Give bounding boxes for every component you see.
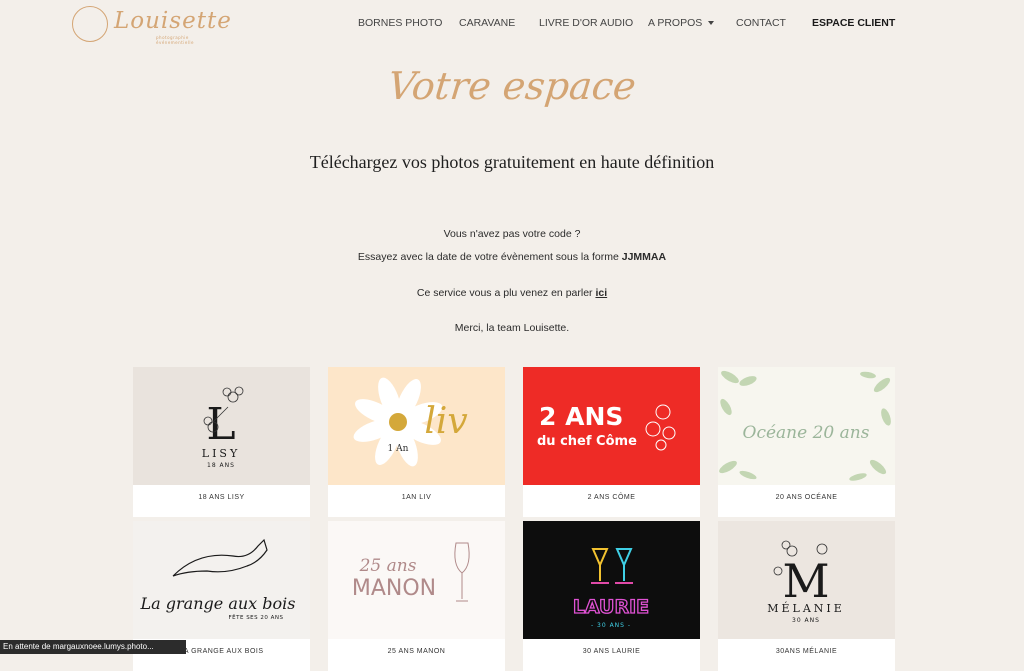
try-date-prefix: Essayez avec la date de votre évènement …: [357, 251, 622, 263]
neon-art: LAURIE - 30 ANS -: [572, 548, 650, 629]
art-name: MÉLANIE: [767, 601, 845, 615]
site-header: Louisette photographie événementielle BO…: [0, 0, 1024, 46]
gallery-caption: 20 ANS OCÉANE: [775, 494, 838, 501]
gallery-thumbnail[interactable]: La grange aux bois FÊTE SES 20 ANS: [133, 521, 310, 639]
gallery-thumbnail[interactable]: Océane 20 ans: [718, 367, 895, 485]
nav-item-espace-client[interactable]: ESPACE CLIENT: [812, 17, 895, 29]
gallery-card[interactable]: 2 ANS du chef Côme 2 ANS CÔME: [523, 367, 700, 517]
art-sub: du chef Côme: [537, 434, 637, 449]
monogram-letter: L: [206, 399, 235, 450]
art-main: LAURIE: [573, 596, 649, 618]
gallery-card[interactable]: LAURIE - 30 ANS - 30 ANS LAURIE: [523, 521, 700, 671]
art-sub: 18 ANS: [207, 462, 235, 469]
gallery-thumbnail[interactable]: M MÉLANIE 30 ANS: [718, 521, 895, 639]
nav-item-bornes-photo[interactable]: BORNES PHOTO: [358, 17, 442, 29]
art-main: 2 ANS: [539, 402, 623, 431]
art-sub: - 30 ANS -: [591, 622, 631, 629]
gallery-thumbnail[interactable]: 2 ANS du chef Côme: [523, 367, 700, 485]
art-name: LISY: [202, 447, 240, 460]
nav-item-contact[interactable]: CONTACT: [736, 17, 786, 29]
art-sub: FÊTE SES 20 ANS: [228, 613, 283, 621]
gallery-card[interactable]: 1 An liv 1AN LIV: [328, 367, 505, 517]
cocktail-glasses-icon: [591, 548, 633, 584]
gallery-card[interactable]: Océane 20 ans 20 ANS OCÉANE: [718, 367, 895, 517]
nav-item-a-propos-label: A PROPOS: [648, 17, 703, 29]
wine-glass-icon: [454, 542, 470, 602]
wine-glass-art: 25 ans MANON: [352, 542, 470, 602]
gallery-thumbnail[interactable]: 1 An liv: [328, 367, 505, 485]
date-format: JJMMAA: [621, 251, 667, 263]
gallery-caption: 1AN LIV: [401, 494, 432, 501]
art-sub: 1 An: [388, 444, 409, 454]
no-code-text: Vous n'avez pas votre code ?: [443, 228, 581, 240]
gallery-thumbnail[interactable]: 25 ans MANON: [328, 521, 505, 639]
gallery-card[interactable]: L LISY 18 ANS 18 ANS LISY: [133, 367, 310, 517]
gallery-thumbnail[interactable]: LAURIE - 30 ANS -: [523, 521, 700, 639]
gallery-card[interactable]: 25 ans MANON 25 ANS MANON: [328, 521, 505, 671]
gallery-card[interactable]: M MÉLANIE 30 ANS 30ANS MÉLANIE: [718, 521, 895, 671]
leafy-art: Océane 20 ans: [719, 370, 891, 481]
birthday-art: 2 ANS du chef Côme: [537, 402, 676, 451]
try-date-text: Essayez avec la date de votre évènement …: [0, 251, 1024, 263]
service-text: Ce service vous a plu venez en parler ic…: [0, 287, 1024, 299]
art-main: La grange aux bois: [140, 594, 296, 613]
art-main: liv: [424, 401, 467, 442]
gallery-caption: 18 ANS LISY: [198, 494, 245, 501]
daisy-art: 1 An liv: [353, 377, 468, 467]
horse-icon: [172, 538, 268, 577]
browser-status-bar: En attente de margauxnoee.lumys.photo...: [0, 640, 186, 654]
art-main: Océane 20 ans: [743, 423, 870, 443]
brand-tagline: photographie événementielle: [156, 35, 195, 45]
gallery-thumbnail[interactable]: L LISY 18 ANS: [133, 367, 310, 485]
thanks-text: Merci, la team Louisette.: [454, 322, 570, 334]
page-subtitle: Téléchargez vos photos gratuitement en h…: [309, 152, 715, 172]
nav-item-livre-dor-audio[interactable]: LIVRE D'OR AUDIO: [539, 17, 633, 29]
nav-item-caravane[interactable]: CARAVANE: [459, 17, 515, 29]
main-nav: BORNES PHOTO CARAVANE LIVRE D'OR AUDIO A…: [0, 17, 1024, 33]
horse-art: La grange aux bois FÊTE SES 20 ANS: [140, 538, 296, 621]
service-prefix: Ce service vous a plu venez en parler: [416, 287, 596, 299]
chevron-down-icon: [708, 21, 715, 26]
art-sub: 25 ans: [359, 556, 417, 576]
gallery-caption: 2 ANS CÔME: [587, 494, 636, 501]
service-link[interactable]: ici: [595, 287, 607, 299]
monogram-letter: M: [782, 554, 829, 608]
floral-monogram-art: M MÉLANIE 30 ANS: [767, 540, 845, 624]
page-script-title: Votre espace: [385, 64, 639, 108]
art-sub: 30 ANS: [792, 617, 820, 624]
floral-monogram-art: L LISY 18 ANS: [202, 386, 244, 469]
tomato-icon: [645, 404, 676, 451]
nav-item-a-propos[interactable]: A PROPOS: [648, 17, 715, 29]
art-main: MANON: [352, 576, 436, 601]
